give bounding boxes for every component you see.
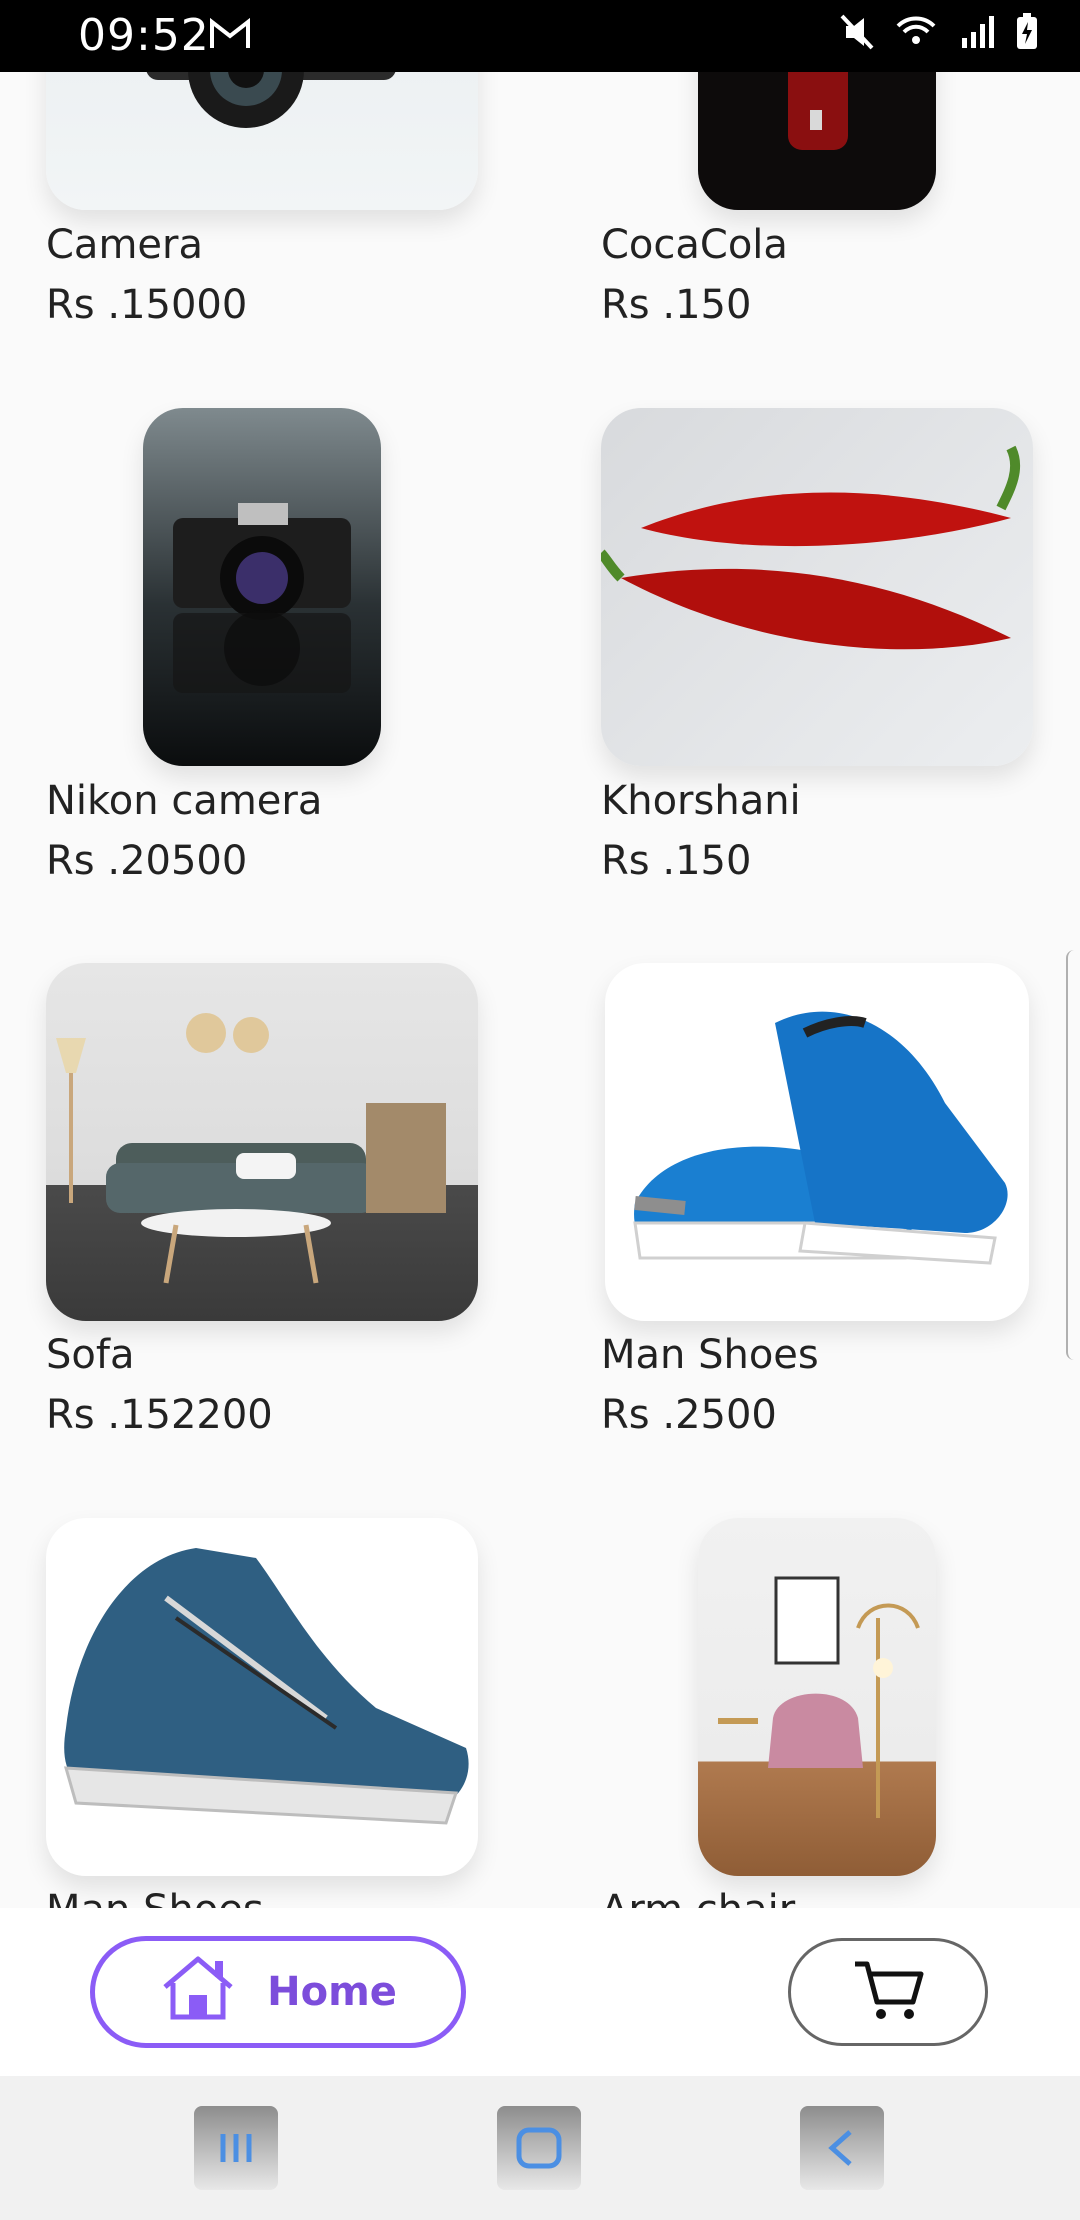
gmail-icon bbox=[208, 14, 252, 58]
system-nav-bar bbox=[0, 2076, 1080, 2220]
product-price: Rs .150 bbox=[601, 282, 752, 328]
bottom-nav: Home bbox=[0, 1908, 1080, 2076]
recent-apps-button[interactable] bbox=[194, 2106, 278, 2190]
cart-button[interactable] bbox=[788, 1938, 988, 2046]
sofa-image bbox=[46, 963, 478, 1321]
status-icons bbox=[838, 12, 1040, 56]
wifi-icon bbox=[894, 12, 938, 56]
product-price: Rs .20500 bbox=[46, 838, 248, 884]
mute-icon bbox=[838, 12, 876, 56]
man-shoes-sneaker-image bbox=[46, 1518, 478, 1876]
product-price: Rs .2500 bbox=[601, 1392, 777, 1438]
scrollbar[interactable] bbox=[1066, 950, 1080, 1360]
product-price: Rs .152200 bbox=[46, 1392, 273, 1438]
status-bar: 09:52 bbox=[0, 0, 1080, 72]
product-name: Khorshani bbox=[601, 778, 801, 824]
product-name: CocaCola bbox=[601, 222, 788, 268]
signal-icon bbox=[956, 12, 996, 56]
cart-icon bbox=[851, 1958, 925, 2026]
product-grid: Camera Rs .15000 CocaCola Rs .150 Nikon … bbox=[0, 0, 1080, 1908]
product-name: Man Shoes bbox=[601, 1332, 819, 1378]
arm-chair-image bbox=[698, 1518, 936, 1876]
product-name: Nikon camera bbox=[46, 778, 323, 824]
status-time: 09:52 bbox=[78, 10, 210, 61]
battery-charging-icon bbox=[1014, 12, 1040, 56]
back-button[interactable] bbox=[800, 2106, 884, 2190]
product-name: Arm chair bbox=[601, 1887, 795, 1908]
man-shoes-image bbox=[605, 963, 1029, 1321]
nikon-camera-image bbox=[143, 408, 381, 766]
home-label: Home bbox=[267, 1969, 397, 2015]
product-price: Rs .15000 bbox=[46, 282, 248, 328]
home-icon bbox=[159, 1953, 237, 2031]
khorshani-image bbox=[601, 408, 1033, 766]
home-button[interactable]: Home bbox=[90, 1936, 466, 2048]
product-name: Man Shoes bbox=[46, 1887, 264, 1908]
product-name: Sofa bbox=[46, 1332, 135, 1378]
home-system-button[interactable] bbox=[497, 2106, 581, 2190]
product-name: Camera bbox=[46, 222, 203, 268]
product-price: Rs .150 bbox=[601, 838, 752, 884]
